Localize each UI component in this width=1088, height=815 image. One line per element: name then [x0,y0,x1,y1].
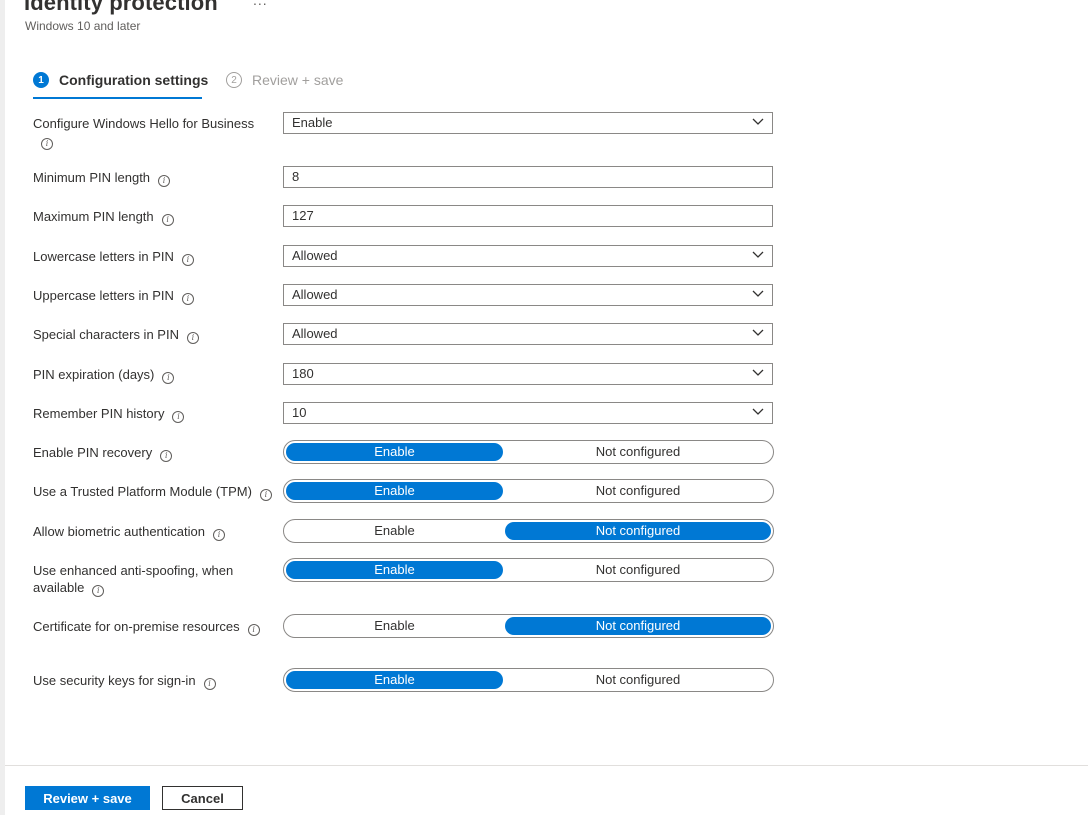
setting-label: Use security keys for sign-in i [33,672,273,690]
toggle-option-not-configured[interactable]: Not configured [505,671,771,689]
footer-divider [5,765,1088,766]
dropdown-value: Allowed [292,248,338,263]
hello-dropdown[interactable]: Enable [283,112,773,134]
info-icon[interactable]: i [161,214,174,226]
toggle-option-enable[interactable]: Enable [286,443,503,461]
review-save-button[interactable]: Review + save [25,786,150,810]
anti-spoofing-toggle[interactable]: Enable Not configured [283,558,774,582]
info-icon[interactable]: i [186,332,199,344]
info-icon[interactable]: i [158,175,171,187]
chevron-down-icon [752,329,764,336]
chevron-down-icon [752,290,764,297]
step-number-icon: 2 [226,72,242,88]
setting-label: Special characters in PIN i [33,326,273,344]
info-icon[interactable]: i [203,678,216,690]
setting-label: Configure Windows Hello for Businessi [33,116,255,150]
toggle-option-enable[interactable]: Enable [286,522,503,540]
history-dropdown[interactable]: 10 [283,402,773,424]
toggle-option-enable[interactable]: Enable [286,617,503,635]
cancel-button[interactable]: Cancel [162,786,243,810]
step-review-save[interactable]: 2 Review + save [226,72,343,88]
toggle-option-not-configured[interactable]: Not configured [505,522,771,540]
info-icon[interactable]: i [181,293,194,305]
chevron-down-icon [752,408,764,415]
dropdown-value: Enable [292,115,333,130]
expiration-dropdown[interactable]: 180 [283,363,773,385]
setting-label: Minimum PIN length i [33,169,273,187]
info-icon[interactable]: i [259,489,272,501]
lowercase-dropdown[interactable]: Allowed [283,245,773,267]
info-icon[interactable]: i [41,138,53,150]
toggle-option-enable[interactable]: Enable [286,482,503,500]
toggle-option-enable[interactable]: Enable [286,561,503,579]
toggle-option-not-configured[interactable]: Not configured [505,443,771,461]
page-subtitle: Windows 10 and later [25,19,141,33]
pin-recovery-toggle[interactable]: Enable Not configured [283,440,774,464]
uppercase-dropdown[interactable]: Allowed [283,284,773,306]
input-value: 127 [292,208,314,223]
toggle-option-not-configured[interactable]: Not configured [505,561,771,579]
setting-label: Allow biometric authentication i [33,523,273,541]
max-pin-input[interactable]: 127 [283,205,773,227]
more-options-icon[interactable]: ... [253,0,268,8]
min-pin-input[interactable]: 8 [283,166,773,188]
setting-label: Use enhanced anti-spoofing, when availab… [33,563,234,597]
dropdown-value: 10 [292,405,307,420]
setting-label: Use a Trusted Platform Module (TPM) i [33,483,273,501]
active-step-underline [33,97,202,99]
biometric-toggle[interactable]: Enable Not configured [283,519,774,543]
setting-label: Enable PIN recovery i [33,444,273,462]
info-icon[interactable]: i [212,529,225,541]
special-dropdown[interactable]: Allowed [283,323,773,345]
step-label: Configuration settings [59,72,209,88]
chevron-down-icon [752,118,764,125]
input-value: 8 [292,169,300,184]
toggle-option-not-configured[interactable]: Not configured [505,482,771,500]
info-icon[interactable]: i [162,372,175,384]
page-title: Identity protection [24,0,218,15]
setting-label: Certificate for on-premise resources i [33,618,273,636]
tpm-toggle[interactable]: Enable Not configured [283,479,774,503]
dropdown-value: Allowed [292,287,338,302]
chevron-down-icon [752,369,764,376]
toggle-option-enable[interactable]: Enable [286,671,503,689]
setting-label: PIN expiration (days) i [33,366,273,384]
dropdown-value: 180 [292,366,314,381]
info-icon[interactable]: i [160,450,173,462]
toggle-option-not-configured[interactable]: Not configured [505,617,771,635]
left-rail [0,0,5,815]
info-icon[interactable]: i [247,624,260,636]
info-icon[interactable]: i [172,411,185,423]
setting-label: Remember PIN history i [33,405,273,423]
step-label: Review + save [252,72,344,88]
info-icon[interactable]: i [181,254,194,266]
dropdown-value: Allowed [292,326,338,341]
setting-label: Lowercase letters in PIN i [33,248,273,266]
info-icon[interactable]: i [92,585,105,597]
security-keys-toggle[interactable]: Enable Not configured [283,668,774,692]
setting-label: Maximum PIN length i [33,208,273,226]
step-number-icon: 1 [33,72,49,88]
step-configuration-settings[interactable]: 1 Configuration settings [33,72,208,88]
chevron-down-icon [752,251,764,258]
certificate-toggle[interactable]: Enable Not configured [283,614,774,638]
setting-label: Uppercase letters in PIN i [33,287,273,305]
